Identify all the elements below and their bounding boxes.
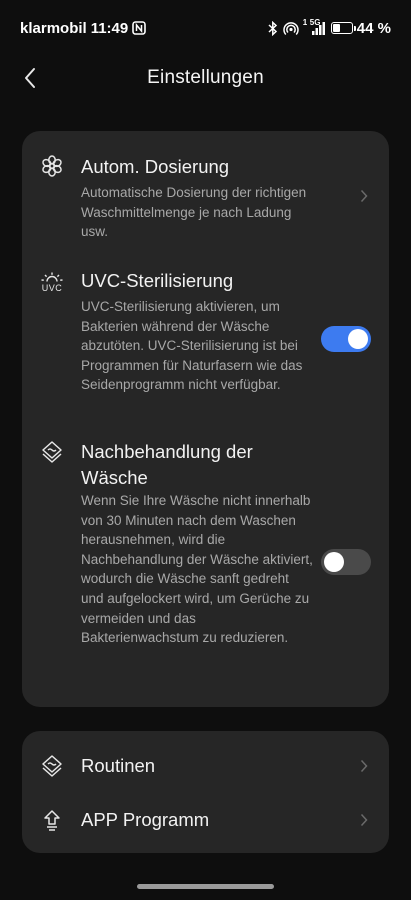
app-program-row[interactable]: APP Programm: [22, 793, 389, 847]
uvc-row: UVC UVC-Sterilisierung UVC-Sterilisierun…: [22, 263, 389, 423]
aftercare-row: Nachbehandlung der Wäsche Wenn Sie Ihre …: [22, 434, 389, 694]
battery-level: [332, 24, 340, 32]
app-program-title: APP Programm: [81, 809, 210, 830]
uvc-icon-label: UVC: [41, 282, 63, 293]
flower-icon: [39, 153, 65, 179]
toggle-knob: [348, 329, 368, 349]
battery-percent: 44 %: [356, 19, 391, 37]
back-arrow-icon: [25, 68, 35, 88]
chevron-right-icon[interactable]: [358, 759, 370, 773]
back-button[interactable]: [14, 62, 46, 94]
uvc-title: UVC-Sterilisierung: [81, 270, 234, 291]
routines-title: Routinen: [81, 755, 156, 776]
hotspot-icon: [283, 20, 299, 36]
app-program-icon: [39, 807, 65, 833]
network-type: 5G: [309, 18, 321, 27]
routines-row[interactable]: Routinen: [22, 739, 389, 793]
bluetooth-icon: [268, 20, 278, 36]
uvc-toggle[interactable]: [321, 326, 371, 352]
aftercare-description: Wenn Sie Ihre Wäsche nicht innerhalb von…: [81, 493, 313, 646]
routines-icon: [39, 753, 65, 779]
home-indicator[interactable]: [137, 884, 274, 889]
laundry-care-icon: [39, 439, 65, 465]
aftercare-toggle[interactable]: [321, 549, 371, 575]
uvc-description: UVC-Sterilisierung aktivieren, um Bakter…: [81, 299, 303, 393]
clock: 11:49: [90, 19, 129, 37]
aftercare-title: Nachbehandlung der Wäsche: [81, 441, 253, 488]
links-card: Routinen APP Programm: [22, 731, 389, 853]
battery-indicator: 44 %: [330, 19, 391, 37]
status-bar: klarmobil 11:49 1 5G 44 %: [0, 0, 411, 56]
auto-dosing-title: Autom. Dosierung: [81, 156, 230, 177]
auto-dosing-description: Automatische Dosierung der richtigen Was…: [81, 185, 307, 240]
chevron-right-icon[interactable]: [358, 189, 370, 203]
battery-icon: [330, 22, 356, 34]
toggle-knob: [324, 552, 344, 572]
settings-card: Autom. Dosierung Automatische Dosierung …: [22, 131, 389, 707]
nfc-icon: [132, 21, 147, 35]
mobile-signal-icon: 1 5G: [302, 18, 326, 35]
app-header: Einstellungen: [0, 56, 411, 100]
signal-sim-number: 1: [302, 18, 308, 27]
uvc-icon: UVC: [39, 269, 65, 295]
chevron-right-icon[interactable]: [358, 813, 370, 827]
page-title: Einstellungen: [147, 67, 264, 88]
carrier-name: klarmobil: [20, 19, 87, 37]
auto-dosing-row[interactable]: Autom. Dosierung Automatische Dosierung …: [22, 131, 389, 251]
